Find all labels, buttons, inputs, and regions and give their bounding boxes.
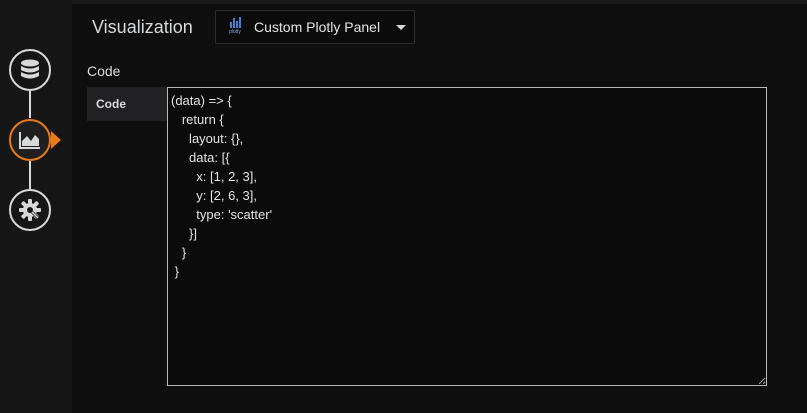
gear-wrench-icon (19, 199, 41, 221)
visualization-picker[interactable]: plotly Custom Plotly Panel (215, 10, 415, 44)
panel-editor-main: Visualization plotly Custom Plotly Panel… (72, 0, 807, 413)
rail-connector-top (29, 90, 31, 118)
code-section-label: Code (87, 63, 121, 79)
selected-visualization-label: Custom Plotly Panel (254, 19, 381, 35)
code-tab[interactable]: Code (87, 87, 167, 121)
database-icon (21, 59, 39, 79)
general-step-button[interactable] (9, 189, 51, 231)
plotly-logo-text: plotly (229, 29, 241, 35)
active-step-pointer (51, 131, 61, 149)
top-divider (72, 0, 807, 4)
visualization-step-button[interactable] (9, 119, 51, 161)
plotly-logo-icon: plotly (226, 17, 244, 37)
code-editor-textarea[interactable]: (data) => { return { layout: {}, data: [… (167, 87, 767, 386)
chevron-down-icon (396, 24, 406, 30)
editor-step-rail (0, 0, 72, 413)
queries-step-button[interactable] (9, 49, 51, 91)
chart-area-icon (19, 132, 40, 149)
visualization-heading: Visualization (92, 17, 193, 37)
rail-connector-bottom (29, 161, 31, 189)
